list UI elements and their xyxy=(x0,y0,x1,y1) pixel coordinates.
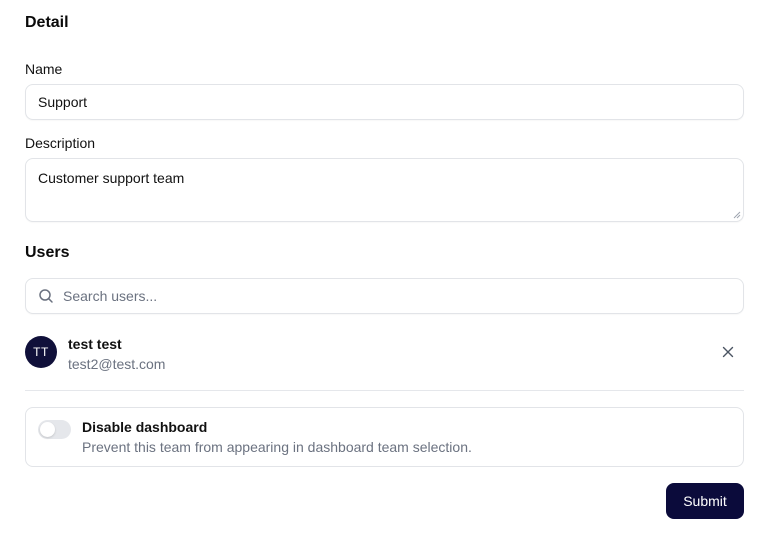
toggle-knob xyxy=(40,422,55,437)
submit-button[interactable]: Submit xyxy=(666,483,744,519)
user-email: test2@test.com xyxy=(68,356,166,372)
name-field[interactable]: Support xyxy=(25,84,744,120)
search-placeholder: Search users... xyxy=(63,288,158,304)
resize-handle-icon[interactable] xyxy=(733,211,741,219)
avatar: TT xyxy=(25,336,57,368)
description-value: Customer support team xyxy=(38,170,185,186)
disable-dashboard-description: Prevent this team from appearing in dash… xyxy=(82,439,472,455)
detail-section-title: Detail xyxy=(25,14,69,31)
name-label: Name xyxy=(25,61,63,77)
users-section-title: Users xyxy=(25,244,70,261)
disable-dashboard-toggle[interactable] xyxy=(38,420,71,439)
remove-user-button[interactable] xyxy=(720,344,736,360)
description-label: Description xyxy=(25,135,96,151)
disable-dashboard-card: Disable dashboard Prevent this team from… xyxy=(25,407,744,467)
search-users-input[interactable]: Search users... xyxy=(25,278,744,314)
disable-dashboard-title: Disable dashboard xyxy=(82,419,208,435)
close-icon xyxy=(722,346,734,358)
user-name: test test xyxy=(68,336,122,352)
divider xyxy=(25,390,744,391)
search-icon xyxy=(38,288,54,304)
description-field[interactable]: Customer support team xyxy=(25,158,744,222)
user-list-item: TT test test test2@test.com xyxy=(25,336,744,376)
